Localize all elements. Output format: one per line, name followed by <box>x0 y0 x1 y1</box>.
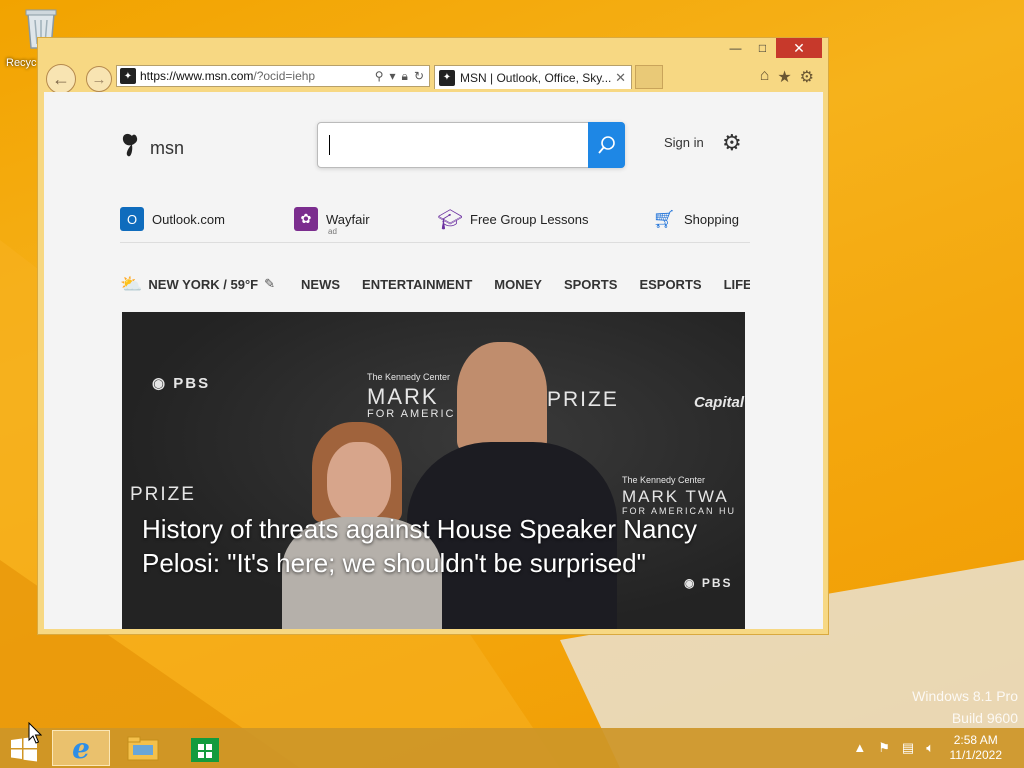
backdrop-kennedy-left: The Kennedy Center <box>367 372 451 382</box>
sign-in-link[interactable]: Sign in <box>664 135 704 150</box>
settings-gear-icon[interactable]: ⚙ <box>722 130 742 156</box>
show-hidden-icons-chevron-icon[interactable]: ▲ <box>853 740 866 756</box>
back-button[interactable]: ← <box>46 64 76 94</box>
quick-link-label: Shopping <box>684 211 739 227</box>
text-caret <box>329 135 330 155</box>
msn-logo[interactable]: msn <box>120 132 184 164</box>
nav-sports[interactable]: SPORTS <box>564 277 617 292</box>
backdrop-pbs: ◉ PBS <box>152 375 211 392</box>
volume-muted-icon[interactable]: 🔈︎ <box>926 740 934 756</box>
watermark-build: Build 9600 <box>951 710 1018 726</box>
backdrop-prize-left: PRIZE <box>130 484 196 505</box>
nav-news[interactable]: NEWS <box>301 277 340 292</box>
watermark-edition: Windows 8.1 Pro <box>912 688 1018 704</box>
ad-label: ad <box>328 227 337 236</box>
nav-lifestyle[interactable]: LIFESTY <box>724 277 750 292</box>
backdrop-prize-right: PRIZE <box>547 388 619 411</box>
search-icon <box>597 136 615 154</box>
hero-photo-woman-face <box>327 442 391 522</box>
maximize-button[interactable]: □ <box>749 38 776 58</box>
taskbar-clock[interactable]: 2:58 AM 11/1/2022 <box>950 733 1003 763</box>
nav-esports[interactable]: ESPORTS <box>639 277 701 292</box>
backdrop-kennedy-right: The Kennedy Center <box>622 475 706 485</box>
address-url[interactable]: https://www.msn.com/?ocid=iehp <box>140 69 315 83</box>
home-icon[interactable]: ⌂ <box>760 67 770 87</box>
butterfly-icon <box>120 132 144 164</box>
taskbar-store[interactable] <box>176 730 234 766</box>
weather-widget[interactable]: ⛅ NEW YORK / 59°F ✎ <box>120 274 275 295</box>
navigation-bar: ← → ✦ https://www.msn.com/?ocid=iehp ⚲ ▾… <box>44 62 822 94</box>
hero-photo-man-head <box>457 342 547 452</box>
outlook-icon: O <box>120 207 144 231</box>
quick-link-wayfair[interactable]: ✿ Wayfair ad <box>294 207 370 236</box>
nav-money[interactable]: MONEY <box>494 277 542 292</box>
shopping-cart-icon: 🛒︎ <box>652 208 676 229</box>
forward-icon: → <box>91 70 107 88</box>
windows-watermark: Windows 8.1 Pro Build 9600 <box>912 685 1018 729</box>
tools-gear-icon[interactable]: ⚙ <box>800 67 814 87</box>
wayfair-icon: ✿ <box>294 207 318 231</box>
tab-msn[interactable]: ✦ MSN | Outlook, Office, Sky... ✕ <box>434 65 632 89</box>
back-icon: ← <box>52 68 70 89</box>
close-tab-icon[interactable]: ✕ <box>615 70 626 86</box>
minimize-button[interactable]: — <box>722 38 749 58</box>
msn-logo-text: msn <box>150 137 185 158</box>
weather-text: NEW YORK / 59°F <box>148 276 259 292</box>
forward-button[interactable]: → <box>86 66 112 92</box>
search-box[interactable] <box>317 122 625 168</box>
refresh-icon[interactable]: ↻ <box>414 69 424 84</box>
backdrop-mark-right: MARK TWA <box>622 487 729 506</box>
system-tray: ▲ ⚑ ▤ 🔈︎ <box>853 740 934 756</box>
network-icon[interactable]: ▤ <box>902 740 914 756</box>
browser-tools: ⌂ ★ ⚙ <box>760 67 814 87</box>
category-nav: ⛅ NEW YORK / 59°F ✎ NEWS ENTERTAINMENT M… <box>120 270 750 298</box>
search-icon[interactable]: ⚲ <box>375 69 384 84</box>
edit-pencil-icon[interactable]: ✎ <box>264 276 275 292</box>
taskbar-file-explorer[interactable] <box>114 730 172 766</box>
nav-entertainment[interactable]: ENTERTAINMENT <box>362 277 472 292</box>
search-button[interactable] <box>588 122 625 168</box>
action-center-flag-icon[interactable]: ⚑ <box>878 740 890 756</box>
quick-link-label: Free Group Lessons <box>470 211 589 227</box>
tab-title: MSN | Outlook, Office, Sky... <box>460 70 612 85</box>
page-content: msn Sign in ⚙ O Outlook.com ✿ Wayfair ad <box>44 92 823 629</box>
partly-sunny-icon: ⛅ <box>120 273 143 294</box>
mouse-pointer-icon <box>28 722 42 744</box>
quick-link-label: Wayfair <box>326 211 370 227</box>
quick-link-group-lessons[interactable]: 🎓︎ Free Group Lessons <box>437 207 589 231</box>
window-controls: — □ ✕ <box>722 38 822 58</box>
quick-link-shopping[interactable]: 🛒︎ Shopping <box>652 207 739 231</box>
taskbar: e ▲ ⚑ ▤ 🔈︎ 2:58 AM 11/1/2022 <box>0 728 1024 768</box>
dropdown-icon[interactable]: ▾ <box>390 69 396 84</box>
internet-explorer-icon: e <box>72 731 90 765</box>
address-bar[interactable]: ✦ https://www.msn.com/?ocid=iehp ⚲ ▾ 🔒︎ … <box>116 65 430 87</box>
quick-link-label: Outlook.com <box>152 211 225 227</box>
close-window-button[interactable]: ✕ <box>776 38 822 58</box>
store-icon <box>191 738 219 762</box>
folder-icon <box>127 736 159 761</box>
taskbar-internet-explorer[interactable]: e <box>52 730 110 766</box>
clock-time: 2:58 AM <box>953 733 998 747</box>
quick-links: O Outlook.com ✿ Wayfair ad 🎓︎ Free Group… <box>120 207 750 243</box>
hero-article[interactable]: ◉ PBS The Kennedy Center MARK FOR AMERIC… <box>122 312 745 629</box>
browser-window[interactable]: — □ ✕ ← → ✦ https://www.msn.com/?ocid=ie… <box>37 37 829 635</box>
graduation-cap-icon: 🎓︎ <box>437 208 463 231</box>
new-tab-button[interactable] <box>635 65 663 89</box>
msn-favicon-icon: ✦ <box>439 69 455 86</box>
backdrop-capital: Capital <box>694 394 745 411</box>
clock-date: 11/1/2022 <box>949 748 1003 762</box>
backdrop-mark-left-sub: FOR AMERIC <box>367 408 456 420</box>
backdrop-mark-left: MARK <box>367 384 439 409</box>
lock-icon[interactable]: 🔒︎ <box>402 69 408 84</box>
hero-headline[interactable]: History of threats against House Speaker… <box>142 512 702 580</box>
msn-favicon-icon: ✦ <box>120 68 136 84</box>
favorites-star-icon[interactable]: ★ <box>777 67 791 87</box>
quick-link-outlook[interactable]: O Outlook.com <box>120 207 225 231</box>
